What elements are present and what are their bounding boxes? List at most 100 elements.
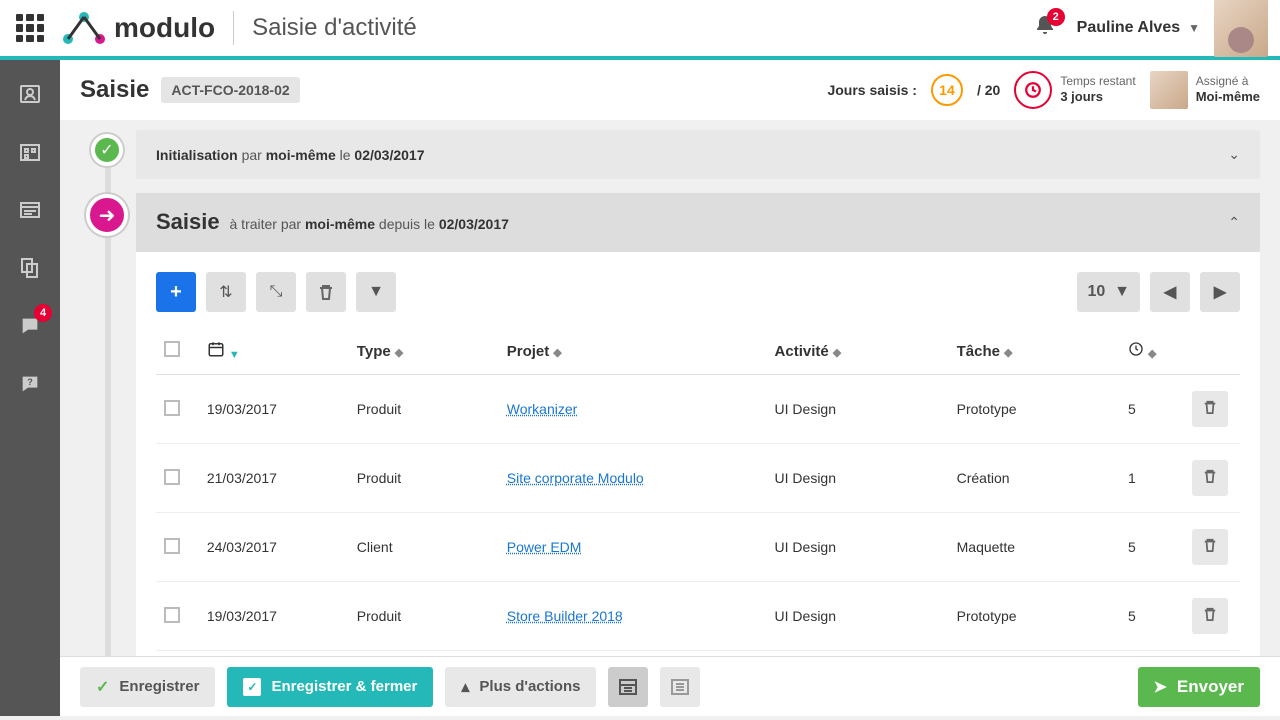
cell-time: 5: [1120, 513, 1184, 582]
cell-activite: UI Design: [767, 444, 949, 513]
section-title: Saisie: [80, 76, 149, 104]
content-area: ✓ ➜ Initialisation par moi-même le 02/03…: [60, 120, 1280, 656]
delete-button[interactable]: [306, 272, 346, 312]
cell-type: Produit: [349, 444, 499, 513]
row-checkbox[interactable]: [164, 469, 180, 485]
more-actions-button[interactable]: ▴Plus d'actions: [445, 667, 596, 707]
step-initialisation[interactable]: Initialisation par moi-même le 02/03/201…: [136, 130, 1260, 179]
project-link[interactable]: Workanizer: [507, 401, 578, 417]
time-label: Temps restant: [1060, 74, 1135, 90]
cell-type: Produit: [349, 582, 499, 651]
save-button[interactable]: ✓Enregistrer: [80, 667, 215, 707]
chevron-down-icon: ⌄: [1228, 146, 1240, 163]
assigned-label: Assigné à: [1196, 74, 1260, 90]
cell-activite: UI Design: [767, 375, 949, 444]
clock-icon: [1014, 71, 1052, 109]
page-size-select[interactable]: 10 ▼: [1077, 272, 1140, 312]
assigned-value: Moi-même: [1196, 89, 1260, 104]
cell-date: 24/03/2017: [199, 513, 349, 582]
table-row: 24/03/2017 Client Power EDM UI Design Ma…: [156, 513, 1240, 582]
step-saisie-title: Saisie: [156, 209, 220, 234]
row-delete-button[interactable]: [1192, 460, 1228, 496]
user-avatar[interactable]: [1214, 0, 1268, 57]
divider: [233, 11, 234, 45]
cell-date: 21/03/2017: [199, 444, 349, 513]
calendar-icon: [207, 340, 225, 358]
add-row-button[interactable]: +: [156, 272, 196, 312]
row-delete-button[interactable]: [1192, 529, 1228, 565]
save-close-button[interactable]: ✓Enregistrer & fermer: [227, 667, 433, 707]
sidebar-item-news[interactable]: [16, 196, 44, 224]
time-value: 3 jours: [1060, 89, 1103, 104]
title-bar: Saisie ACT-FCO-2018-02 Jours saisis : 14…: [60, 60, 1280, 120]
svg-text:?: ?: [27, 377, 33, 387]
table-panel: + ⇅ ⤡ ▼ 10 ▼ ◀ ▶: [136, 251, 1260, 656]
logo-icon: [62, 11, 106, 45]
user-menu[interactable]: Pauline Alves ▼: [1077, 19, 1200, 37]
activity-table: ▼ Type◆ Projet◆ Activité◆ Tâche◆ ◆ 19/03…: [156, 328, 1240, 651]
left-sidebar: 4 ?: [0, 60, 60, 716]
caret-down-icon: ▼: [1188, 21, 1200, 35]
apps-menu-button[interactable]: [12, 10, 48, 46]
sort-date-icon[interactable]: ▼: [229, 349, 240, 361]
page-title: Saisie d'activité: [252, 14, 417, 42]
project-link[interactable]: Site corporate Modulo: [507, 470, 644, 486]
step-saisie-header[interactable]: Saisie à traiter par moi-même depuis le …: [136, 193, 1260, 251]
notif-badge: 2: [1047, 8, 1065, 26]
chat-badge: 4: [34, 304, 52, 322]
chevron-up-icon: ⌃: [1228, 214, 1240, 231]
sidebar-item-help[interactable]: ?: [16, 370, 44, 398]
project-link[interactable]: Store Builder 2018: [507, 608, 623, 624]
cell-activite: UI Design: [767, 513, 949, 582]
select-all-checkbox[interactable]: [164, 341, 180, 357]
days-total: / 20: [977, 82, 1000, 98]
clock-col-icon: [1128, 341, 1144, 357]
logo[interactable]: modulo: [62, 11, 215, 45]
cell-time: 1: [1120, 444, 1184, 513]
view-list-button[interactable]: [660, 667, 700, 707]
row-checkbox[interactable]: [164, 538, 180, 554]
cell-date: 19/03/2017: [199, 375, 349, 444]
prev-page-button[interactable]: ◀: [1150, 272, 1190, 312]
user-name: Pauline Alves: [1077, 19, 1180, 37]
row-checkbox[interactable]: [164, 607, 180, 623]
sidebar-item-chat[interactable]: 4: [16, 312, 44, 340]
cell-type: Produit: [349, 375, 499, 444]
col-type[interactable]: Type: [357, 343, 391, 360]
table-row: 21/03/2017 Produit Site corporate Modulo…: [156, 444, 1240, 513]
send-button[interactable]: ➤Envoyer: [1138, 667, 1261, 707]
step-init-label: Initialisation: [156, 147, 238, 163]
step-current-icon: ➜: [86, 194, 128, 236]
view-detail-button[interactable]: [608, 667, 648, 707]
days-label: Jours saisis :: [827, 82, 917, 98]
more-button[interactable]: ▼: [356, 272, 396, 312]
row-delete-button[interactable]: [1192, 598, 1228, 634]
sidebar-item-building[interactable]: [16, 138, 44, 166]
send-icon: ➤: [1154, 677, 1167, 697]
step-saisie: Saisie à traiter par moi-même depuis le …: [136, 193, 1260, 656]
expand-button[interactable]: ⤡: [256, 272, 296, 312]
step-done-icon: ✓: [91, 134, 123, 166]
notifications-button[interactable]: 2: [1035, 14, 1055, 42]
cell-date: 19/03/2017: [199, 582, 349, 651]
cell-time: 5: [1120, 582, 1184, 651]
cell-activite: UI Design: [767, 582, 949, 651]
sidebar-item-profile[interactable]: [16, 80, 44, 108]
col-projet[interactable]: Projet: [507, 343, 550, 360]
app-name: modulo: [114, 12, 215, 44]
col-activite[interactable]: Activité: [775, 343, 829, 360]
cell-tache: Prototype: [949, 582, 1120, 651]
cell-tache: Création: [949, 444, 1120, 513]
table-toolbar: + ⇅ ⤡ ▼ 10 ▼ ◀ ▶: [156, 272, 1240, 312]
cell-tache: Maquette: [949, 513, 1120, 582]
col-tache[interactable]: Tâche: [957, 343, 1000, 360]
project-link[interactable]: Power EDM: [507, 539, 582, 555]
assignee-avatar: [1150, 71, 1188, 109]
reference-chip: ACT-FCO-2018-02: [161, 77, 299, 103]
cell-type: Client: [349, 513, 499, 582]
sort-button[interactable]: ⇅: [206, 272, 246, 312]
sidebar-item-copy[interactable]: [16, 254, 44, 282]
next-page-button[interactable]: ▶: [1200, 272, 1240, 312]
row-delete-button[interactable]: [1192, 391, 1228, 427]
row-checkbox[interactable]: [164, 400, 180, 416]
